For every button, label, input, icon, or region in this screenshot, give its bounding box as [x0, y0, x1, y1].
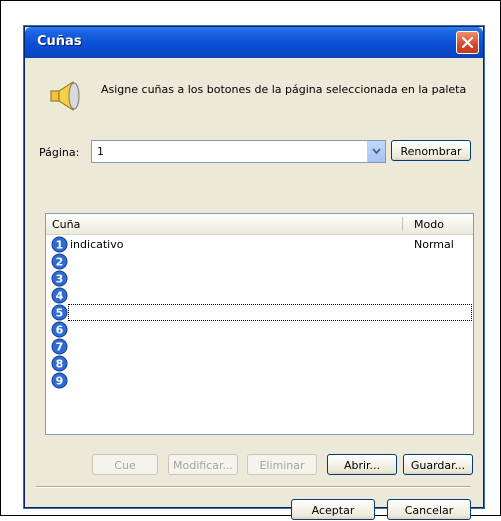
cancel-button[interactable]: Cancelar	[387, 499, 471, 520]
focus-rect	[68, 304, 472, 321]
column-divider[interactable]	[402, 217, 403, 231]
list-item[interactable]: 8	[46, 355, 473, 372]
page-select-value: 1	[97, 145, 104, 158]
list-item-label: indicativo	[70, 238, 124, 251]
number-badge-icon: 1	[51, 236, 68, 253]
list-header: Cuña Modo	[46, 214, 473, 235]
dialog-body: Asigne cuñas a los botones de la página …	[25, 58, 483, 520]
close-icon	[461, 36, 474, 49]
list-item[interactable]: 6	[46, 321, 473, 338]
number-badge-icon: 6	[51, 321, 68, 338]
svg-text:7: 7	[56, 341, 64, 354]
svg-text:4: 4	[56, 290, 64, 303]
title-bar[interactable]: Cuñas	[25, 27, 483, 58]
modify-button[interactable]: Modificar...	[168, 454, 238, 475]
save-button[interactable]: Guardar...	[403, 454, 473, 475]
page-dropdown-button[interactable]	[367, 141, 385, 162]
list-item-mode: Normal	[414, 238, 454, 251]
speaker-icon	[50, 81, 80, 111]
page-select[interactable]: 1	[91, 140, 386, 163]
svg-text:8: 8	[56, 358, 64, 371]
number-badge-icon: 4	[51, 287, 68, 304]
number-badge-icon: 3	[51, 270, 68, 287]
cue-button[interactable]: Cue	[92, 454, 158, 475]
svg-text:6: 6	[56, 324, 64, 337]
column-header-cuna[interactable]: Cuña	[52, 218, 80, 231]
number-badge-icon: 9	[51, 372, 68, 389]
window-title: Cuñas	[37, 34, 82, 49]
svg-text:9: 9	[56, 375, 64, 388]
instructions-text: Asigne cuñas a los botones de la página …	[101, 83, 467, 96]
number-badge-icon: 7	[51, 338, 68, 355]
list-item[interactable]: 2	[46, 253, 473, 270]
svg-text:2: 2	[56, 256, 64, 269]
number-badge-icon: 5	[51, 304, 68, 321]
column-header-modo[interactable]: Modo	[414, 218, 444, 231]
cue-list[interactable]: Cuña Modo 1 indicativo Normal 2 3 4 5 6 7 8 9	[45, 213, 474, 435]
page-label: Página:	[39, 146, 80, 159]
list-item[interactable]: 3	[46, 270, 473, 287]
list-item[interactable]: 4	[46, 287, 473, 304]
delete-button[interactable]: Eliminar	[247, 454, 317, 475]
cunas-dialog: Cuñas Asigne cuñas a los botones de la p…	[24, 26, 484, 520]
separator	[36, 486, 471, 488]
svg-text:3: 3	[56, 273, 64, 286]
rename-button[interactable]: Renombrar	[391, 140, 471, 161]
close-button[interactable]	[456, 31, 479, 54]
svg-text:1: 1	[56, 239, 64, 252]
number-badge-icon: 8	[51, 355, 68, 372]
list-item[interactable]: 7	[46, 338, 473, 355]
open-button[interactable]: Abrir...	[327, 454, 397, 475]
chevron-down-icon	[372, 148, 381, 154]
number-badge-icon: 2	[51, 253, 68, 270]
ok-button[interactable]: Aceptar	[291, 499, 375, 520]
svg-text:5: 5	[56, 307, 64, 320]
list-item[interactable]: 5	[46, 304, 473, 321]
list-item[interactable]: 9	[46, 372, 473, 389]
list-item[interactable]: 1 indicativo Normal	[46, 236, 473, 253]
